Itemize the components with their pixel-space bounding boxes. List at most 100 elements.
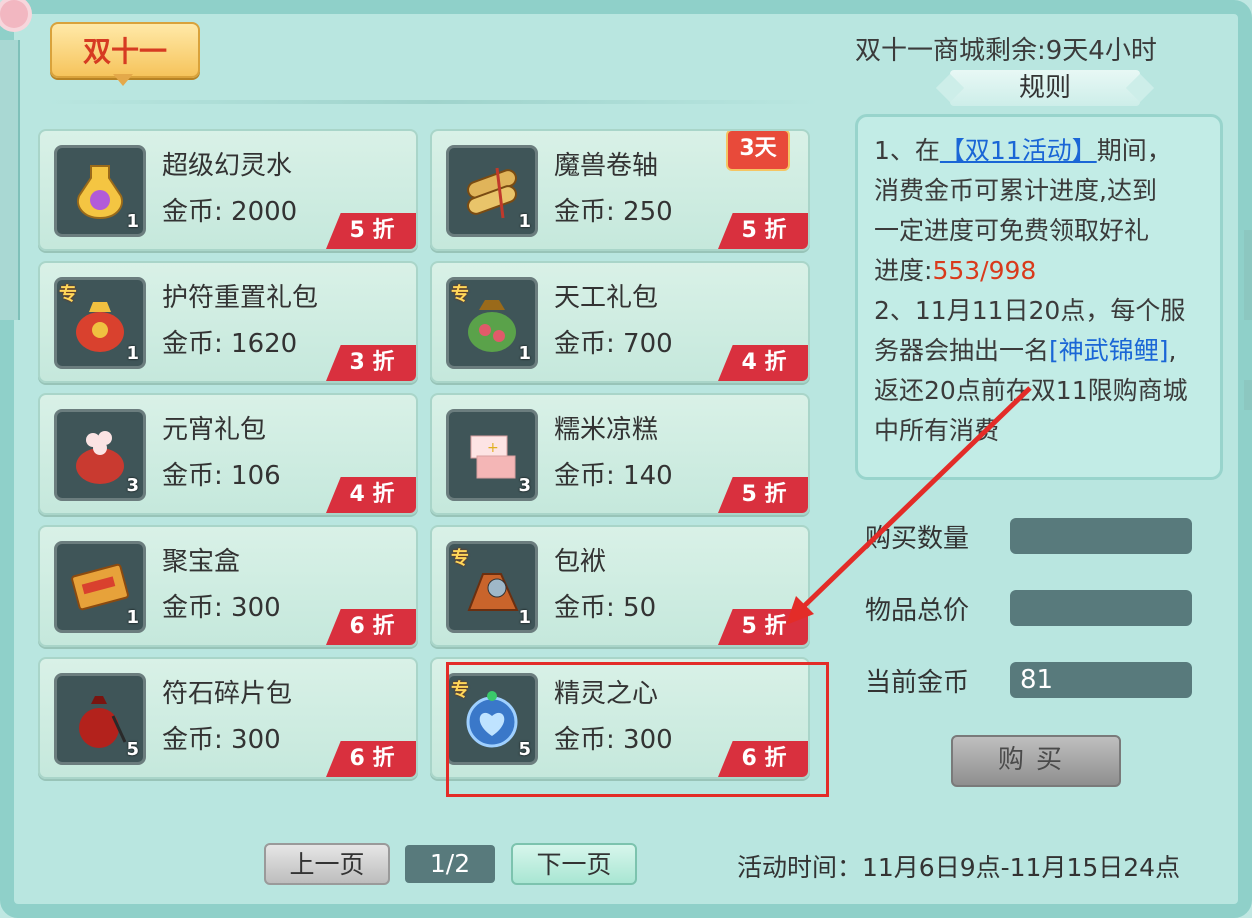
rules-text: 消费金币可累计进度,达到: [874, 176, 1157, 205]
item-name: 符石碎片包: [162, 679, 293, 709]
item-price: 金币: 1620: [162, 329, 298, 359]
item-card[interactable]: 1 魔兽卷轴 金币: 250 5 折 3天: [430, 129, 810, 251]
rules-text: 中所有消费: [874, 416, 1000, 445]
total-label: 物品总价: [865, 596, 970, 626]
item-card[interactable]: 5 符石碎片包金币: 300 6 折: [38, 657, 418, 779]
item-card[interactable]: 专 1 护符重置礼包 金币: 1620 3 折: [38, 261, 418, 383]
rules-text: 务器会抽出一名: [874, 336, 1050, 365]
bundle-icon: [461, 554, 523, 620]
svg-text:+: +: [487, 440, 499, 456]
item-count: 1: [126, 211, 139, 232]
grid-separator: [45, 100, 820, 104]
item-price: 金币: 300: [162, 725, 281, 755]
next-page-button[interactable]: 下一页: [511, 843, 637, 885]
progress-value: 553/998: [932, 256, 1037, 285]
item-frame: 5: [54, 673, 146, 765]
discount-tag: 4 折: [718, 345, 808, 381]
item-count: 1: [126, 343, 139, 364]
item-frame: 3: [54, 409, 146, 501]
item-price: 金币: 106: [162, 461, 281, 491]
days-badge: 3天: [726, 131, 790, 171]
discount-tag: 4 折: [326, 477, 416, 513]
discount-tag: 5 折: [718, 213, 808, 249]
item-name: 聚宝盒: [162, 547, 241, 577]
gift-bag-icon: [69, 290, 131, 356]
item-count: 3: [126, 475, 139, 496]
rules-text: 2、11月11日20点，每个服: [874, 296, 1186, 325]
item-card[interactable]: 专 1 包袱 金币: 50 5 折: [430, 525, 810, 647]
rules-box: 1、在【双11活动】期间， 消费金币可累计进度,达到 一定进度可免费领取好礼 进…: [855, 114, 1223, 480]
discount-tag: 6 折: [326, 609, 416, 645]
discount-tag: 5 折: [718, 609, 808, 645]
tab-pointer: [113, 74, 133, 86]
coins-label: 当前金币: [865, 668, 970, 698]
exclusive-tag: 专: [451, 548, 469, 569]
mall-remaining-time: 双十一商城剩余:9天4小时: [855, 36, 1157, 66]
item-frame: 1: [54, 541, 146, 633]
item-card[interactable]: 专 1 天工礼包金币: 700 4 折: [430, 261, 810, 383]
item-count: 3: [518, 475, 531, 496]
total-price-field: [1010, 590, 1192, 626]
item-card[interactable]: 3 元宵礼包金币: 106 4 折: [38, 393, 418, 515]
item-frame: 1: [446, 145, 538, 237]
highlight-box: [446, 662, 829, 797]
item-count: 1: [518, 607, 531, 628]
rules-text: 返还20点前在双11限购商城: [874, 376, 1188, 405]
item-frame: 专1: [446, 541, 538, 633]
progress-label: 进度:: [874, 256, 933, 285]
page-indicator: 1/2: [405, 845, 495, 883]
rules-title: 规则: [950, 70, 1140, 106]
item-count: 5: [126, 739, 139, 760]
item-name: 天工礼包: [554, 283, 659, 313]
flower-decoration: [0, 0, 28, 28]
activity-time: 活动时间：11月6日9点-11月15日24点: [737, 853, 1181, 882]
item-name: 护符重置礼包: [162, 283, 319, 313]
item-price: 金币: 50: [554, 593, 657, 623]
scroll-icon: [461, 158, 523, 224]
discount-tag: 3 折: [326, 345, 416, 381]
tab-double-eleven[interactable]: 双十一: [50, 22, 200, 78]
item-price: 金币: 700: [554, 329, 673, 359]
buy-button[interactable]: 购买: [951, 735, 1121, 787]
potion-icon: [69, 158, 131, 224]
item-price: 金币: 140: [554, 461, 673, 491]
right-decoration-2: [1244, 380, 1252, 410]
item-name: 包袱: [554, 547, 607, 577]
item-card[interactable]: 1 超级幻灵水金币: 2000 5 折: [38, 129, 418, 251]
item-card[interactable]: 1 聚宝盒金币: 300 6 折: [38, 525, 418, 647]
item-name: 超级幻灵水: [162, 151, 293, 181]
exclusive-tag: 专: [59, 284, 77, 305]
item-frame: 专1: [54, 277, 146, 369]
current-coins-field: 81: [1010, 662, 1192, 698]
item-card[interactable]: +3 糯米凉糕金币: 140 5 折: [430, 393, 810, 515]
rules-text: 1、在: [874, 136, 940, 165]
red-bag-icon: [69, 422, 131, 488]
item-count: 1: [518, 211, 531, 232]
discount-tag: 6 折: [326, 741, 416, 777]
exclusive-tag: 专: [451, 284, 469, 305]
item-frame: +3: [446, 409, 538, 501]
item-price: 金币: 300: [162, 593, 281, 623]
qty-input[interactable]: [1010, 518, 1192, 554]
rune-bag-icon: [69, 686, 131, 752]
discount-tag: 5 折: [718, 477, 808, 513]
side-decoration: [0, 40, 20, 320]
item-name: 魔兽卷轴: [554, 151, 659, 181]
green-bag-icon: [461, 290, 523, 356]
prev-page-button[interactable]: 上一页: [264, 843, 390, 885]
rules-text: 一定进度可免费领取好礼: [874, 216, 1150, 245]
item-frame: 1: [54, 145, 146, 237]
discount-tag: 5 折: [326, 213, 416, 249]
item-count: 1: [518, 343, 531, 364]
item-name: 元宵礼包: [162, 415, 267, 445]
item-name: 糯米凉糕: [554, 415, 659, 445]
item-count: 1: [126, 607, 139, 628]
rules-text: ,: [1168, 336, 1177, 365]
rules-text: 期间，: [1096, 136, 1172, 165]
koi-link[interactable]: [神武锦鲤]: [1049, 336, 1169, 365]
right-decoration: [1244, 230, 1252, 320]
treasure-box-icon: [69, 554, 131, 620]
item-price: 金币: 2000: [162, 197, 298, 227]
cake-icon: +: [461, 422, 523, 488]
activity-link[interactable]: 【双11活动】: [940, 136, 1097, 165]
